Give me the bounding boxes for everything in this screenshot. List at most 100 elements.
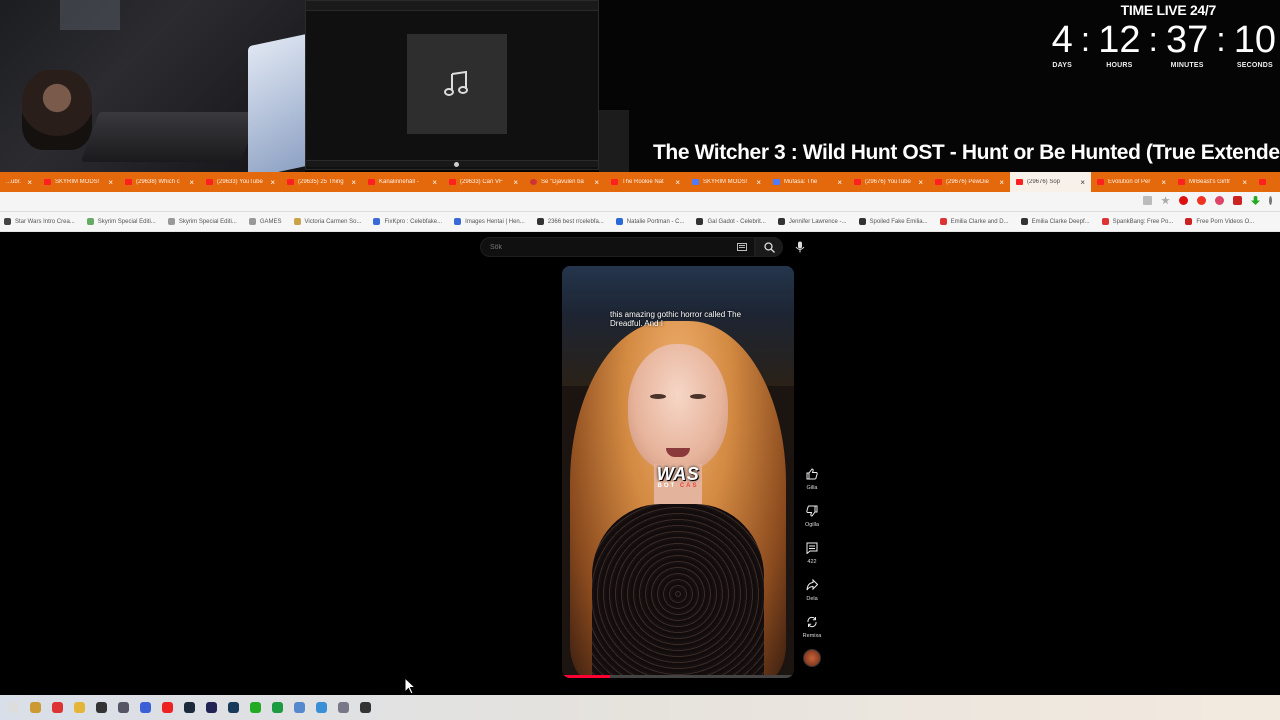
tab-title: (29633) Can VF	[460, 179, 503, 185]
bookmark-item[interactable]: FixKpro : Celebfake...	[373, 218, 442, 225]
bookmark-item[interactable]: GAMES	[248, 218, 282, 225]
tab-title: Mufasa: The	[784, 179, 818, 185]
search-input[interactable]	[480, 237, 755, 257]
bookmark-item[interactable]: Gal Gadot - Celebrit...	[696, 218, 766, 225]
tab-close-icon[interactable]: ×	[270, 178, 275, 187]
media-player-titlebar	[306, 1, 598, 11]
thumbs-down-icon	[806, 505, 818, 517]
short-video-player[interactable]: this amazing gothic horror called The Dr…	[562, 266, 794, 678]
toolbar-extension-icons	[1143, 196, 1272, 205]
tab-close-icon[interactable]: ×	[594, 178, 599, 187]
bookmark-item[interactable]: Skyrim Special Editi...	[86, 218, 156, 225]
browser-tab[interactable]: Se "Djävulen bä ×	[524, 172, 605, 192]
xbox-icon[interactable]	[244, 698, 266, 718]
pencil-icon[interactable]	[24, 698, 46, 718]
bookmark-item[interactable]: Emilia Clarke and D...	[939, 218, 1009, 225]
remix-label: Remixa	[802, 633, 822, 639]
browser-tab[interactable]: (29676) PewDie ×	[929, 172, 1010, 192]
tab-close-icon[interactable]: ×	[1080, 178, 1085, 187]
tab-close-icon[interactable]: ×	[513, 178, 518, 187]
browser-tab[interactable]: Kanalinnehåll - ×	[362, 172, 443, 192]
extension-puzzle-icon[interactable]	[1233, 196, 1242, 205]
bookmark-item[interactable]: Free Porn Videos O...	[1185, 218, 1254, 225]
video-progress-bar[interactable]	[564, 675, 792, 678]
caption-sub-red: CAS	[679, 483, 699, 489]
books-icon[interactable]	[134, 698, 156, 718]
settings-icon[interactable]	[332, 698, 354, 718]
remix-button[interactable]: Remixa	[798, 612, 826, 641]
bookmark-item[interactable]: Jennifer Lawrence -...	[777, 218, 847, 225]
chrome-icon[interactable]	[46, 698, 68, 718]
browser-tab[interactable]: ...ubr. ×	[0, 172, 38, 192]
browser-tab[interactable]: Mufasa: The ×	[767, 172, 848, 192]
bookmark-item[interactable]: 2366 best r/celebfa...	[536, 218, 604, 225]
photoshop-icon[interactable]	[222, 698, 244, 718]
tab-close-icon[interactable]: ×	[999, 178, 1004, 187]
screen-icon[interactable]	[1143, 196, 1152, 205]
opera-icon[interactable]	[1179, 196, 1188, 205]
bookmark-item[interactable]: Images Hentai | Hen...	[454, 218, 525, 225]
dislike-button[interactable]: Ogilla	[798, 501, 826, 530]
menu-icon[interactable]	[1269, 196, 1272, 205]
bookmark-item[interactable]: Spoiled Fake Emilia...	[858, 218, 928, 225]
bookmark-item[interactable]: Emilia Clarke Deepf...	[1020, 218, 1090, 225]
browser-tab[interactable]: ×	[1253, 172, 1280, 192]
browser-tab[interactable]: (29633) Can VF ×	[443, 172, 524, 192]
browser-tab[interactable]: (29633) YouTube ×	[200, 172, 281, 192]
browser-icon[interactable]	[288, 698, 310, 718]
notepad-icon[interactable]	[310, 698, 332, 718]
extension-pink-icon[interactable]	[1215, 196, 1224, 205]
browser-tab[interactable]: (29676) YouTube ×	[848, 172, 929, 192]
browser-tab[interactable]: (29638) Which c ×	[119, 172, 200, 192]
camera-icon-glyph	[117, 702, 129, 713]
tab-close-icon[interactable]: ×	[837, 178, 842, 187]
media-seekbar[interactable]	[306, 160, 598, 167]
bookmark-item[interactable]: Skyrim Special Editi...	[167, 218, 237, 225]
share-button[interactable]: Dela	[798, 575, 826, 604]
voice-search-button[interactable]	[791, 238, 809, 256]
steam-icon[interactable]	[178, 698, 200, 718]
keyboard-icon[interactable]	[737, 243, 747, 251]
opera-icon[interactable]	[156, 698, 178, 718]
tab-close-icon[interactable]: ×	[189, 178, 194, 187]
browser-tab[interactable]: SKYRIM MODS! ×	[686, 172, 767, 192]
spotify-icon[interactable]	[266, 698, 288, 718]
start-icon[interactable]	[2, 698, 24, 718]
bookmark-item[interactable]: Star Wars Intro Crea...	[4, 218, 75, 225]
tab-close-icon[interactable]: ×	[351, 178, 356, 187]
controller-icon[interactable]	[200, 698, 222, 718]
bookmark-item[interactable]: SpankBang: Free Po...	[1101, 218, 1173, 225]
star-icon[interactable]	[1161, 196, 1170, 205]
folder-icon[interactable]	[68, 698, 90, 718]
browser-tab[interactable]: (29676) Sop ×	[1010, 172, 1091, 192]
tab-close-icon[interactable]: ×	[1242, 178, 1247, 187]
comments-button[interactable]: 422	[798, 538, 826, 567]
browser-tab[interactable]: (29635) 25 Thing ×	[281, 172, 362, 192]
bookmark-item[interactable]: Natalie Portman - C...	[615, 218, 684, 225]
tab-close-icon[interactable]: ×	[108, 178, 113, 187]
browser-tab[interactable]: Evolution of Per ×	[1091, 172, 1172, 192]
like-button[interactable]: Gilla	[798, 464, 826, 493]
app-icon[interactable]	[354, 698, 376, 718]
tab-close-icon[interactable]: ×	[432, 178, 437, 187]
browser-tab[interactable]: SKYRIM MODS! ×	[38, 172, 119, 192]
bookmark-favicon-icon	[536, 218, 544, 225]
tab-close-icon[interactable]: ×	[918, 178, 923, 187]
camera-icon[interactable]	[112, 698, 134, 718]
youtube-icon	[206, 179, 213, 185]
tab-close-icon[interactable]: ×	[675, 178, 680, 187]
browser-tab[interactable]: MrBeast's Girlfr ×	[1172, 172, 1253, 192]
extension-red-icon[interactable]	[1197, 196, 1206, 205]
download-icon[interactable]	[1251, 196, 1260, 205]
seek-knob[interactable]	[454, 162, 459, 167]
channel-avatar[interactable]	[803, 649, 821, 667]
tab-close-icon[interactable]: ×	[1161, 178, 1166, 187]
timer-minutes: 37 MINUTES	[1166, 20, 1208, 69]
tab-close-icon[interactable]: ×	[27, 178, 32, 187]
browser-tab[interactable]: The Rookie Nat ×	[605, 172, 686, 192]
bookmark-item[interactable]: Victoria Carmen So...	[293, 218, 361, 225]
terminal-icon[interactable]	[90, 698, 112, 718]
search-button[interactable]	[755, 237, 783, 257]
video-caption-top: this amazing gothic horror called The Dr…	[610, 310, 742, 328]
tab-close-icon[interactable]: ×	[756, 178, 761, 187]
